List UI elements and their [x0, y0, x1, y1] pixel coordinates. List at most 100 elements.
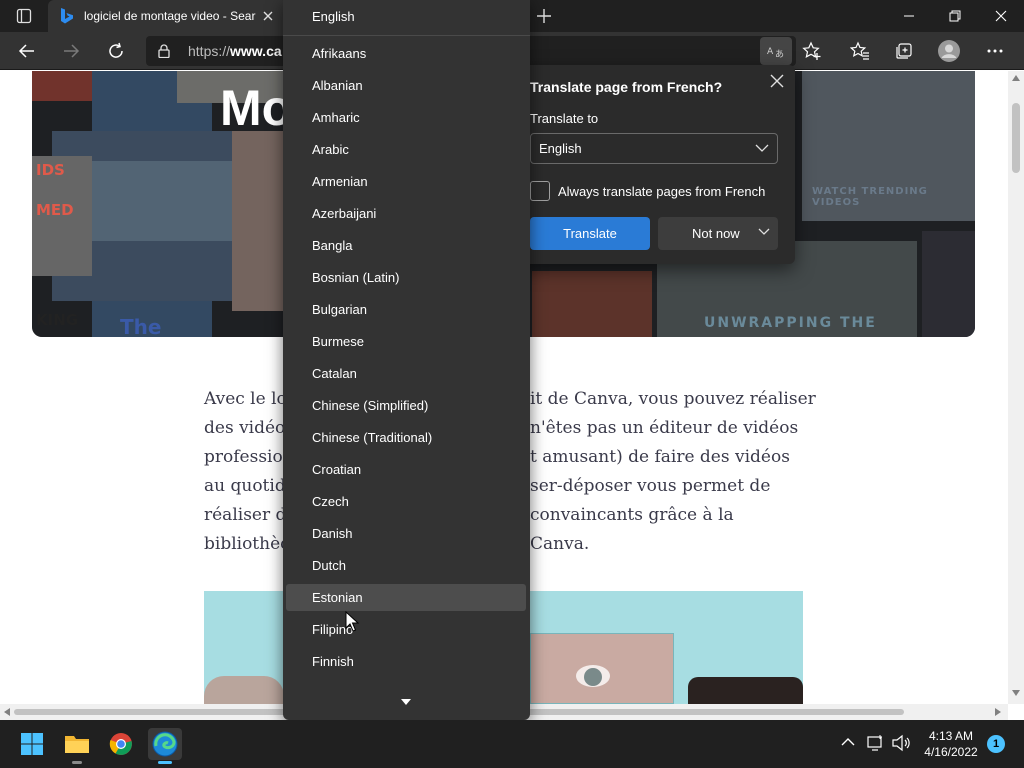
browser-tab[interactable]: logiciel de montage video - Sear — [48, 0, 288, 32]
language-option-label: Catalan — [312, 366, 357, 381]
close-icon[interactable] — [767, 71, 787, 91]
language-option-label: Estonian — [312, 590, 363, 605]
language-option-label: Azerbaijani — [312, 206, 377, 221]
dropdown-current-label: English — [312, 9, 355, 24]
url-text: https://www.ca — [188, 43, 282, 59]
edge-icon[interactable] — [148, 728, 182, 764]
running-indicator — [72, 761, 82, 764]
language-option[interactable]: Finnish — [286, 648, 526, 675]
translate-button[interactable]: Translate — [530, 217, 650, 250]
scroll-more-icon[interactable] — [400, 698, 412, 706]
article-line: ser-déposer vous permet de — [530, 476, 771, 496]
language-option-label: Finnish — [312, 654, 354, 669]
language-option[interactable]: Azerbaijani — [286, 200, 526, 227]
close-tab-icon[interactable] — [260, 8, 276, 24]
chrome-icon[interactable] — [104, 728, 138, 760]
add-favorite-icon[interactable] — [797, 36, 827, 66]
always-translate-label: Always translate pages from French — [558, 184, 766, 199]
article-line: réaliser d — [204, 505, 287, 525]
more-options-icon[interactable] — [980, 36, 1010, 66]
not-now-label: Not now — [692, 226, 740, 241]
language-option-label: Chinese (Simplified) — [312, 398, 429, 413]
article-line: convaincants grâce à la — [530, 505, 734, 525]
language-option[interactable]: Afrikaans — [286, 40, 526, 67]
back-button[interactable] — [12, 36, 42, 66]
language-option[interactable]: Chinese (Traditional) — [286, 424, 526, 451]
language-option[interactable]: Burmese — [286, 328, 526, 355]
chevron-down-icon[interactable] — [758, 228, 770, 236]
language-option-label: Burmese — [312, 334, 365, 349]
article-line: Avec le lo — [204, 389, 287, 409]
language-option[interactable]: Bangla — [286, 232, 526, 259]
article-line: des vidéo — [204, 418, 286, 438]
system-clock[interactable]: 4:13 AM 4/16/2022 — [918, 728, 984, 760]
restore-button[interactable] — [932, 0, 978, 32]
language-option[interactable]: Arabic — [286, 136, 526, 163]
translate-popup-title: Translate page from French? — [530, 79, 723, 95]
target-language-value: English — [539, 141, 582, 156]
network-icon[interactable] — [866, 734, 884, 752]
scroll-left-icon[interactable] — [4, 708, 10, 716]
language-option[interactable]: Bosnian (Latin) — [286, 264, 526, 291]
article-line: it de Canva, vous pouvez réaliser — [530, 389, 816, 409]
dropdown-current-option[interactable]: English — [283, 0, 530, 36]
vertical-scrollbar[interactable] — [1008, 71, 1024, 704]
language-option-label: Bangla — [312, 238, 353, 253]
refresh-button[interactable] — [101, 36, 131, 66]
article-line: professio — [204, 447, 283, 467]
language-option-label: Afrikaans — [312, 46, 367, 61]
language-option-label: Arabic — [312, 142, 349, 157]
minimize-button[interactable] — [886, 0, 932, 32]
article-line: bibliothèc — [204, 534, 290, 554]
language-option-label: Danish — [312, 526, 353, 541]
always-translate-checkbox[interactable] — [530, 181, 550, 201]
language-dropdown-list: English Afrikaans Albanian Amharic Arabi… — [283, 0, 530, 720]
language-option[interactable]: Catalan — [286, 360, 526, 387]
language-option[interactable]: Bulgarian — [286, 296, 526, 323]
start-icon[interactable] — [15, 728, 49, 760]
scroll-up-icon[interactable] — [1012, 75, 1020, 81]
not-now-button[interactable]: Not now — [658, 217, 778, 250]
hero-overlay-text: UNWRAPPING THE — [704, 315, 877, 331]
collections-icon[interactable] — [889, 36, 919, 66]
forward-button[interactable] — [56, 36, 86, 66]
language-option-label: Bosnian (Latin) — [312, 270, 400, 285]
scroll-down-icon[interactable] — [1012, 690, 1020, 696]
translate-icon[interactable]: Aあ — [760, 37, 792, 65]
tab-actions-icon[interactable] — [8, 4, 40, 28]
new-tab-icon[interactable] — [535, 7, 553, 25]
volume-icon[interactable] — [891, 734, 911, 752]
vertical-scroll-thumb[interactable] — [1012, 103, 1020, 173]
hero-side-label: IDS — [36, 161, 65, 179]
svg-text:あ: あ — [775, 49, 784, 58]
language-option[interactable]: Danish — [286, 520, 526, 547]
bing-icon — [61, 8, 73, 24]
active-indicator — [158, 761, 172, 764]
language-option[interactable]: Armenian — [286, 168, 526, 195]
language-option[interactable]: Dutch — [286, 552, 526, 579]
language-option-label: Albanian — [312, 78, 363, 93]
language-option[interactable]: Czech — [286, 488, 526, 515]
article-line: t amusant) de faire des vidéos — [530, 447, 790, 467]
language-option[interactable]: Albanian — [286, 72, 526, 99]
chevron-up-icon[interactable] — [841, 734, 855, 750]
language-option-label: Dutch — [312, 558, 346, 573]
hero-side-label: KING — [36, 311, 79, 329]
notification-badge[interactable]: 1 — [987, 735, 1005, 753]
language-option-label: Bulgarian — [312, 302, 367, 317]
language-option-label: Amharic — [312, 110, 360, 125]
language-option[interactable]: Amharic — [286, 104, 526, 131]
chevron-down-icon — [755, 144, 769, 152]
favorites-icon[interactable] — [845, 36, 875, 66]
language-option[interactable]: Chinese (Simplified) — [286, 392, 526, 419]
language-option-highlighted[interactable]: Estonian — [286, 584, 526, 611]
language-option[interactable]: Croatian — [286, 456, 526, 483]
scroll-right-icon[interactable] — [995, 708, 1001, 716]
language-option[interactable]: Filipino — [286, 616, 526, 643]
hero-title: Mo — [220, 80, 293, 136]
lock-icon[interactable] — [158, 44, 170, 58]
file-explorer-icon[interactable] — [60, 728, 94, 764]
profile-avatar[interactable] — [934, 36, 964, 66]
target-language-select[interactable]: English — [530, 133, 778, 164]
close-window-button[interactable] — [978, 0, 1024, 32]
